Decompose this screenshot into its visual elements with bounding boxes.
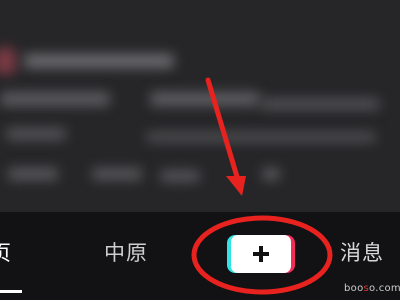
blurred-text-line [160, 170, 200, 182]
blurred-avatar [0, 48, 16, 74]
create-button[interactable] [227, 235, 295, 273]
blurred-text-line [8, 168, 58, 180]
create-button-face[interactable] [231, 235, 291, 273]
blurred-text-line [6, 128, 66, 140]
tab-home[interactable]: 页 [0, 238, 12, 268]
blurred-text-line [260, 98, 380, 110]
blurred-text-line [262, 168, 280, 180]
plus-icon [253, 246, 269, 262]
blurred-text-line [0, 92, 110, 106]
blurred-text-line [150, 92, 260, 106]
active-tab-indicator [0, 290, 22, 293]
blurred-text-line [92, 168, 142, 180]
blurred-feed-content [0, 0, 400, 212]
watermark: booso.com [344, 283, 400, 294]
blurred-text-line [24, 54, 174, 68]
tab-zhongyuan[interactable]: 中原 [104, 238, 148, 268]
tab-messages[interactable]: 消息 [340, 238, 384, 268]
blurred-text-line [146, 132, 376, 142]
